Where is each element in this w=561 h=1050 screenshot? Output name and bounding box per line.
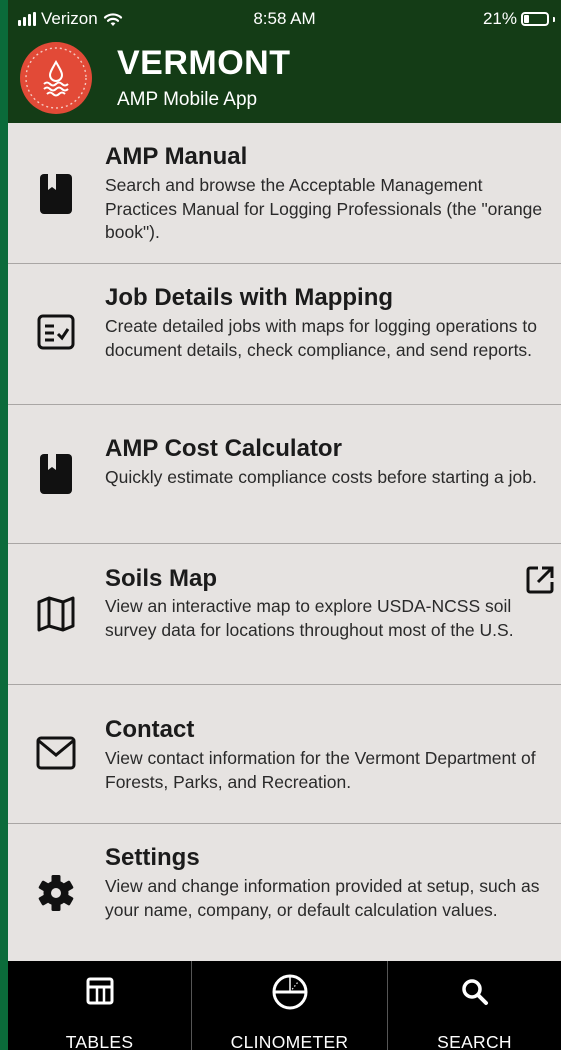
- menu-item-description: View and change information provided at …: [105, 876, 540, 920]
- status-bar: Verizon 8:58 AM 21%: [8, 0, 561, 38]
- menu-item-job-details[interactable]: Job Details with Mapping Create detailed…: [8, 264, 561, 405]
- table-icon: [85, 976, 115, 1011]
- menu-item-description: Create detailed jobs with maps for loggi…: [105, 316, 537, 360]
- water-drop-waves-icon: [20, 42, 92, 114]
- menu-item-title: Job Details with Mapping: [105, 284, 394, 311]
- map-icon: [36, 594, 76, 639]
- menu-item-description: View contact information for the Vermont…: [105, 748, 536, 792]
- gear-icon: [36, 873, 76, 918]
- tab-label: CLINOMETER: [230, 1032, 349, 1050]
- tab-search[interactable]: SEARCH: [388, 961, 561, 1050]
- menu-item-title: Settings: [105, 844, 200, 871]
- tab-clinometer[interactable]: CLINOMETER: [192, 961, 387, 1050]
- app-header: Verizon 8:58 AM 21% VERMONT AMP Mobile A…: [8, 0, 561, 123]
- checklist-icon: [36, 312, 76, 357]
- search-icon: [460, 977, 490, 1012]
- menu-item-description: Quickly estimate compliance costs before…: [105, 467, 537, 487]
- menu-item-description: Search and browse the Acceptable Managem…: [105, 175, 543, 242]
- battery-indicator: 21%: [483, 9, 555, 29]
- menu-item-title: Contact: [105, 716, 195, 743]
- app-screen: Verizon 8:58 AM 21% VERMONT AMP Mobile A…: [8, 0, 561, 1050]
- book-icon: [36, 452, 76, 501]
- clinometer-icon: [271, 973, 309, 1016]
- menu-item-soils-map[interactable]: Soils Map View an interactive map to exp…: [8, 544, 561, 685]
- bottom-tab-bar: TABLES CLINOMETER SEARCH: [8, 961, 561, 1050]
- menu-item-description: View an interactive map to explore USDA-…: [105, 596, 514, 640]
- clock: 8:58 AM: [253, 9, 316, 28]
- tab-label: SEARCH: [437, 1032, 512, 1050]
- battery-icon: [521, 12, 549, 26]
- menu-item-cost-calculator[interactable]: AMP Cost Calculator Quickly estimate com…: [8, 405, 561, 544]
- menu-item-contact[interactable]: Contact View contact information for the…: [8, 685, 561, 824]
- tab-tables[interactable]: TABLES: [8, 961, 191, 1050]
- battery-percent: 21%: [482, 9, 517, 28]
- app-subtitle: AMP Mobile App: [117, 89, 258, 110]
- menu-item-title: AMP Manual: [105, 143, 248, 170]
- external-link-icon[interactable]: [525, 565, 555, 600]
- mail-icon: [36, 735, 76, 776]
- menu-item-settings[interactable]: Settings View and change information pro…: [8, 824, 561, 965]
- book-icon: [36, 172, 76, 221]
- menu-item-title: AMP Cost Calculator: [105, 435, 342, 462]
- tab-label: TABLES: [65, 1032, 134, 1050]
- main-menu: AMP Manual Search and browse the Accepta…: [8, 123, 561, 965]
- menu-item-amp-manual[interactable]: AMP Manual Search and browse the Accepta…: [8, 123, 561, 264]
- app-title: VERMONT: [117, 44, 291, 82]
- menu-item-title: Soils Map: [105, 565, 218, 592]
